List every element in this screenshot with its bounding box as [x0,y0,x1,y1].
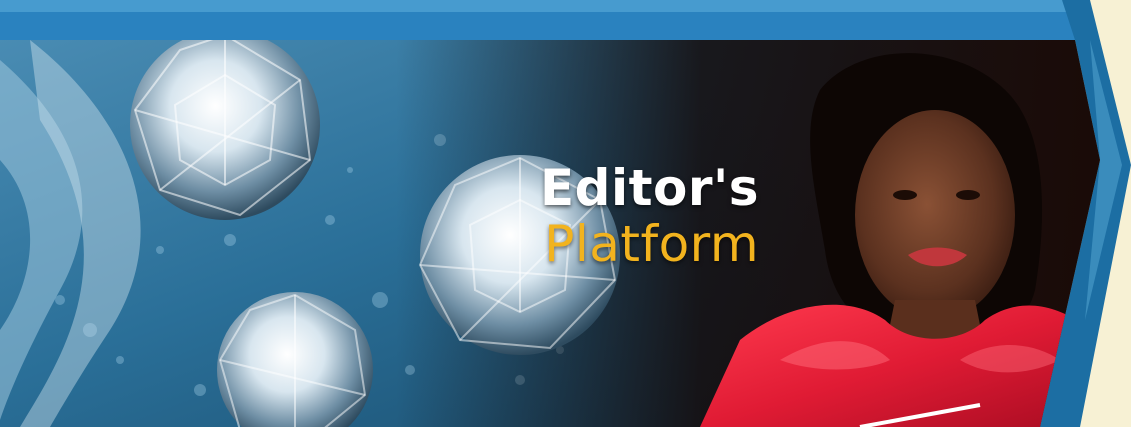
frame-top-highlight [0,0,1072,12]
editors-platform-banner: Editor's Platform [0,0,1131,427]
face [855,110,1015,320]
title-editors: Editor's [540,159,760,217]
left-eye [893,190,917,200]
title-platform: Platform [544,215,760,273]
diamond-gem-icon [130,40,320,220]
banner-headline: Editor's Platform [540,160,759,272]
right-eye [956,190,980,200]
